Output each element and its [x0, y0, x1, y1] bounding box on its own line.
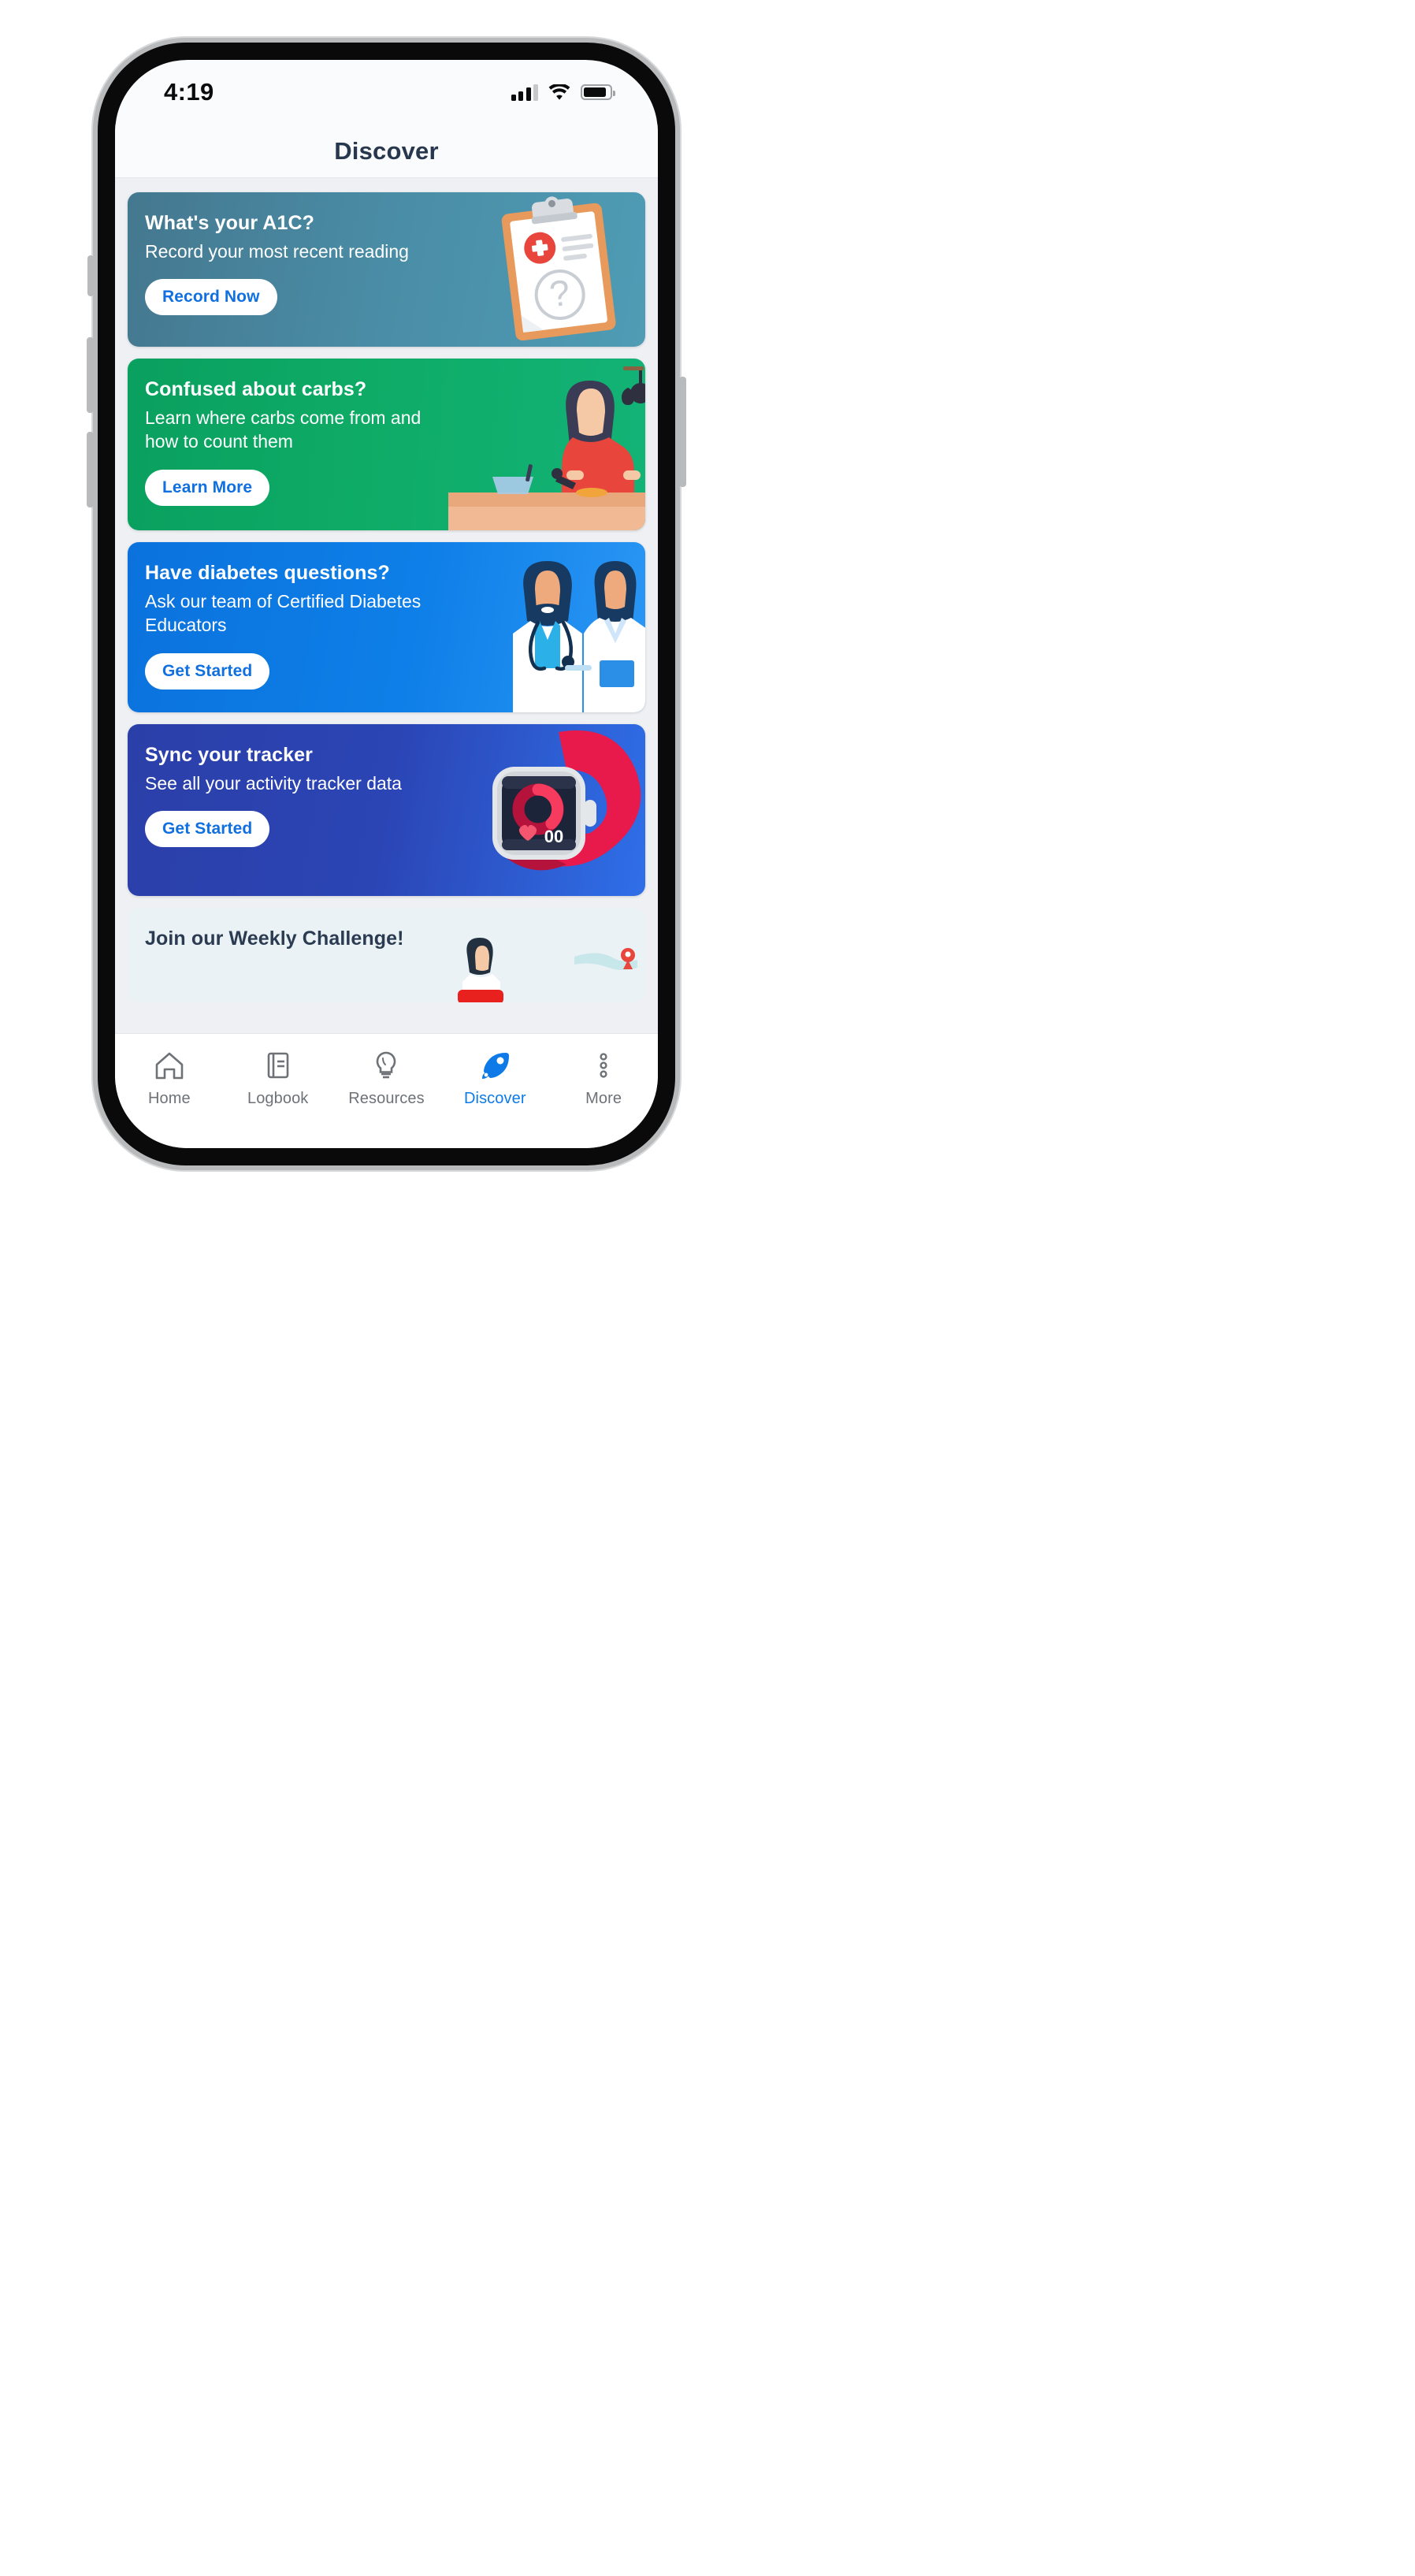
card-carbs[interactable]: Confused about carbs? Learn where carbs … — [128, 359, 645, 530]
card-weekly-challenge-title: Join our Weekly Challenge! — [145, 927, 404, 950]
phone-outer-shell: 4:19 Discover ? What's your A1C? Record … — [87, 38, 686, 1170]
tab-resources-label: Resources — [348, 1090, 425, 1107]
card-weekly-challenge-body: Join our Weekly Challenge! — [128, 908, 645, 972]
home-icon — [155, 1052, 184, 1080]
page-title: Discover — [334, 136, 439, 165]
book-icon — [267, 1052, 288, 1079]
learn-more-button[interactable]: Learn More — [145, 469, 270, 506]
tab-home-label: Home — [148, 1090, 191, 1107]
discover-scroll-area[interactable]: ? What's your A1C? Record your most rece… — [115, 178, 658, 1033]
tab-discover-label: Discover — [463, 1090, 526, 1107]
wifi-icon — [548, 84, 570, 100]
card-carbs-subtitle: Learn where carbs come from and how to c… — [145, 407, 422, 452]
app-header: Discover — [115, 125, 658, 178]
card-educators-title: Have diabetes questions? — [145, 562, 390, 584]
phone-bezel: 4:19 Discover ? What's your A1C? Record … — [98, 43, 675, 1165]
tab-more[interactable]: More — [549, 1048, 658, 1108]
card-tracker-subtitle: See all your activity tracker data — [145, 772, 402, 794]
get-started-educators-button[interactable]: Get Started — [145, 652, 270, 690]
card-tracker-title: Sync your tracker — [145, 744, 313, 766]
get-started-tracker-button[interactable]: Get Started — [145, 811, 270, 848]
card-a1c[interactable]: ? What's your A1C? Record your most rece… — [128, 192, 645, 347]
tab-resources[interactable]: Resources — [332, 1048, 441, 1108]
card-carbs-title: Confused about carbs? — [145, 378, 367, 400]
record-now-button[interactable]: Record Now — [145, 279, 277, 316]
card-educators-body: Have diabetes questions? Ask our team of… — [128, 542, 645, 707]
card-weekly-challenge[interactable]: Join our Weekly Challenge! — [128, 908, 645, 1002]
tab-home[interactable]: Home — [115, 1048, 224, 1108]
card-educators-subtitle: Ask our team of Certified Diabetes Educa… — [145, 590, 422, 636]
card-a1c-body: What's your A1C? Record your most recent… — [128, 192, 645, 333]
lightbulb-icon — [377, 1051, 396, 1079]
card-carbs-body: Confused about carbs? Learn where carbs … — [128, 359, 645, 523]
volume-down-button[interactable] — [87, 432, 94, 507]
tab-discover[interactable]: Discover — [440, 1048, 549, 1108]
card-educators[interactable]: Have diabetes questions? Ask our team of… — [128, 542, 645, 712]
card-tracker-body: Sync your tracker See all your activity … — [128, 724, 645, 864]
status-time: 4:19 — [164, 78, 214, 106]
card-a1c-subtitle: Record your most recent reading — [145, 240, 409, 262]
power-button[interactable] — [679, 377, 686, 487]
rocket-icon — [482, 1053, 510, 1079]
status-icons — [511, 84, 615, 101]
volume-up-button[interactable] — [87, 337, 94, 413]
battery-icon — [581, 84, 615, 100]
tab-more-label: More — [585, 1090, 622, 1107]
card-a1c-title: What's your A1C? — [145, 212, 314, 234]
silence-switch[interactable] — [87, 255, 94, 296]
tab-logbook[interactable]: Logbook — [224, 1048, 332, 1108]
more-dots-icon — [600, 1053, 607, 1078]
status-bar: 4:19 — [115, 60, 658, 125]
cellular-signal-icon — [511, 84, 538, 101]
card-tracker[interactable]: 00 Sync your tracker See all your activi… — [128, 724, 645, 896]
tab-logbook-label: Logbook — [247, 1090, 309, 1107]
phone-device-frame: 4:19 Discover ? What's your A1C? Record … — [87, 38, 1322, 1170]
bottom-tab-bar: Home Logbook Resources Discover More — [115, 1033, 658, 1148]
phone-screen: 4:19 Discover ? What's your A1C? Record … — [115, 60, 658, 1148]
